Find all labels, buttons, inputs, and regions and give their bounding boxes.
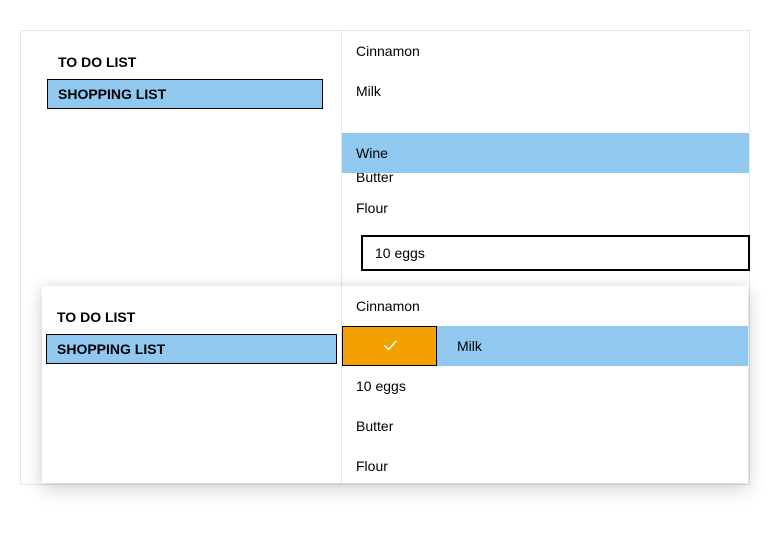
category-label: TO DO LIST xyxy=(58,54,136,70)
category-item-shopping[interactable]: SHOPPING LIST xyxy=(47,79,323,109)
category-label: TO DO LIST xyxy=(57,309,135,325)
reorder-handle[interactable] xyxy=(342,326,437,366)
list-item-dragging[interactable]: Wine xyxy=(342,133,749,173)
list-item-label: Cinnamon xyxy=(356,43,420,59)
category-item-todo[interactable]: TO DO LIST xyxy=(46,302,337,332)
list-item-label: Milk xyxy=(356,83,381,99)
category-label: SHOPPING LIST xyxy=(58,86,166,102)
list-item[interactable]: Flour xyxy=(342,446,748,483)
list-item[interactable]: Cinnamon xyxy=(342,286,748,326)
list-item[interactable]: 10 eggs xyxy=(342,366,748,406)
check-icon xyxy=(381,336,399,357)
list-item-label: Butter xyxy=(356,418,393,434)
edit-item-input[interactable]: 10 eggs xyxy=(361,235,750,271)
list-item-label: Wine xyxy=(356,145,388,161)
list-item-label: Flour xyxy=(356,200,388,216)
list-item[interactable]: Flour xyxy=(342,191,749,225)
overlay-detail-list: Cinnamon Milk 10 eggs Butter Flour xyxy=(342,286,748,483)
list-item[interactable]: Butter xyxy=(342,406,748,446)
list-item-label: Cinnamon xyxy=(356,298,420,314)
overlay-category-sidebar: TO DO LIST SHOPPING LIST xyxy=(42,286,342,483)
list-item[interactable]: Milk xyxy=(342,71,749,111)
list-item-selected[interactable]: Milk xyxy=(342,326,748,366)
list-item-label: 10 eggs xyxy=(356,378,406,394)
list-item[interactable]: Cinnamon xyxy=(342,31,749,71)
category-item-todo[interactable]: TO DO LIST xyxy=(47,47,323,77)
edit-item-value: 10 eggs xyxy=(375,245,425,261)
drag-preview-overlay: TO DO LIST SHOPPING LIST Cinnamon Milk 1… xyxy=(42,286,748,483)
category-label: SHOPPING LIST xyxy=(57,341,165,357)
list-item-label: Flour xyxy=(356,458,388,474)
list-item-label: Milk xyxy=(437,338,482,354)
category-item-shopping[interactable]: SHOPPING LIST xyxy=(46,334,337,364)
